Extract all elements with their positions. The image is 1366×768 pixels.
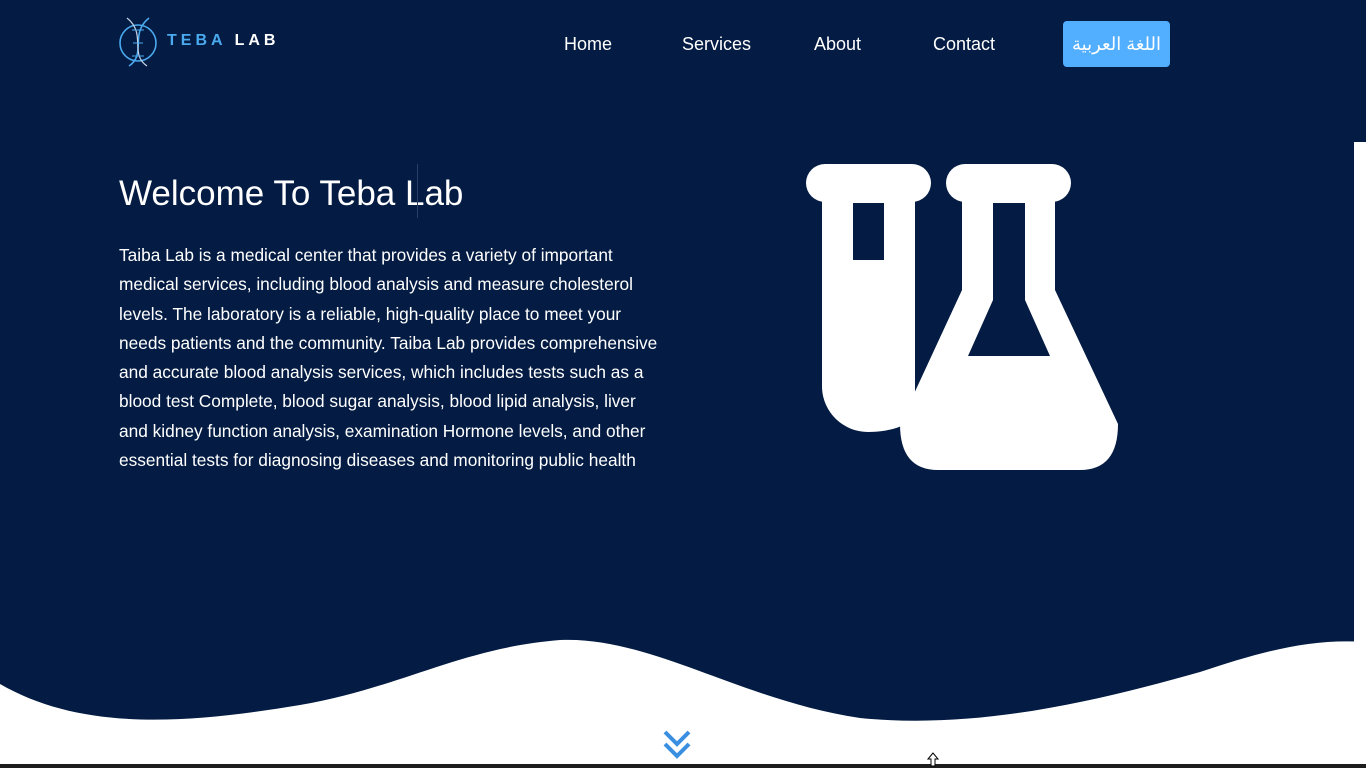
double-chevron-down-icon[interactable] (662, 728, 692, 762)
nav-about[interactable]: About (814, 34, 861, 55)
window-bottom-border (0, 764, 1366, 768)
navbar: TEBA LAB Home Services About Contact اللغ… (0, 0, 1366, 90)
text-cursor (417, 164, 418, 218)
mouse-cursor-icon (927, 752, 939, 767)
brand-name: TEBA LAB (167, 32, 279, 50)
nav-services[interactable]: Services (682, 34, 751, 55)
brand-name-part2: LAB (234, 32, 280, 49)
nav-home[interactable]: Home (564, 34, 612, 55)
nav-contact[interactable]: Contact (933, 34, 995, 55)
dna-circle-icon (119, 17, 157, 67)
brand-name-part1: TEBA (167, 32, 227, 49)
hero-description: Taiba Lab is a medical center that provi… (119, 245, 658, 471)
hero-title: Welcome To Teba Lab (119, 174, 464, 213)
flask-test-tube-icon (806, 164, 1118, 470)
brand-logo[interactable]: TEBA LAB (117, 12, 279, 70)
arabic-language-button[interactable]: اللغة العربية (1063, 21, 1170, 67)
scrollbar-track[interactable] (1354, 142, 1366, 654)
